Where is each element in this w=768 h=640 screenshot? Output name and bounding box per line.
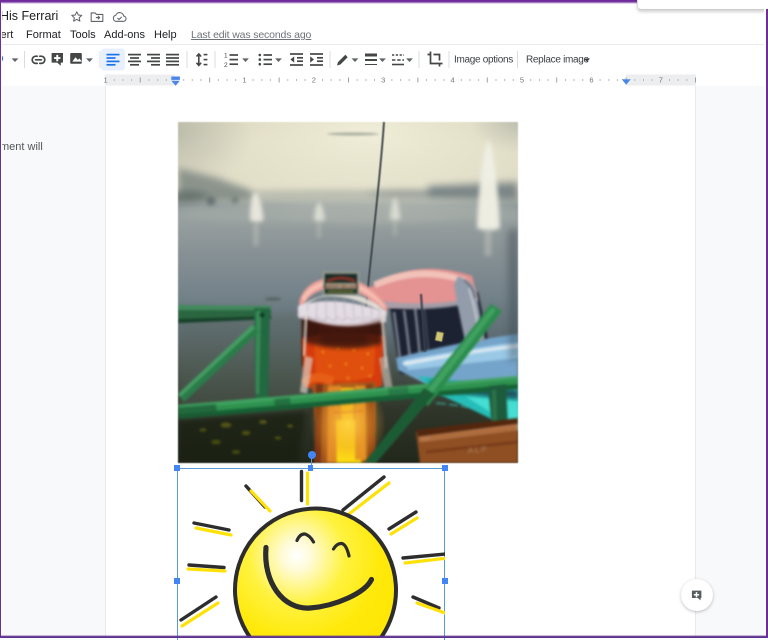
svg-text:SUPER DELUXE: SUPER DELUXE — [323, 284, 359, 289]
svg-text:7: 7 — [659, 76, 663, 85]
svg-text:Image options: Image options — [454, 55, 513, 66]
svg-text:A L P: A L P — [468, 445, 487, 455]
svg-text:6: 6 — [589, 76, 593, 85]
svg-text:2: 2 — [312, 76, 316, 85]
svg-text:1: 1 — [242, 76, 246, 85]
svg-text:1: 1 — [224, 53, 228, 60]
svg-text:5: 5 — [520, 76, 524, 85]
svg-text:4: 4 — [451, 76, 455, 85]
svg-text:Replace image: Replace image — [526, 55, 590, 66]
svg-text:3: 3 — [381, 76, 385, 85]
svg-text:2: 2 — [224, 62, 228, 69]
svg-text:1: 1 — [104, 76, 108, 85]
